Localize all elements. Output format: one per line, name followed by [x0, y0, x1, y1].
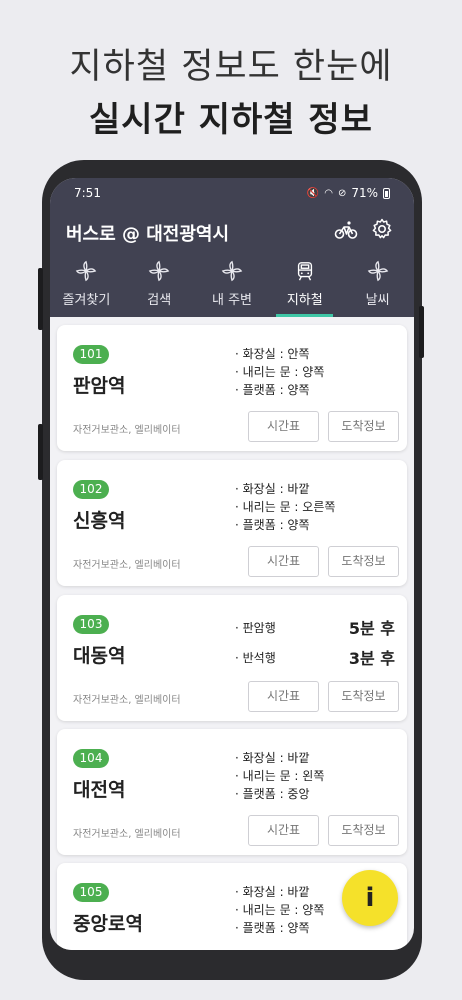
station-name: 대동역 [73, 645, 126, 667]
station-info: · 화장실 : 바깥 · 내리는 문 : 왼쪽 · 플랫폼 : 중앙 [235, 749, 324, 803]
app-screen: 7:51 🔇 ◠ ⊘ 71% 버스로 @ 대전광역시 즐겨찾기 검색 내 주변 … [50, 178, 414, 950]
info-exit-door: · 내리는 문 : 양쪽 [235, 903, 325, 917]
info-exit-door: · 내리는 문 : 양쪽 [235, 365, 325, 379]
station-name: 중앙로역 [73, 913, 143, 935]
tab-search[interactable]: 검색 [123, 260, 196, 317]
arrival-direction: · 반석행 [235, 651, 276, 665]
station-facilities: 자전거보관소, 엘리베이터 [73, 695, 181, 706]
info-restroom: · 화장실 : 바깥 [235, 885, 310, 899]
tab-favorites[interactable]: 즐겨찾기 [50, 260, 123, 317]
battery-icon [383, 187, 390, 199]
arrival-info-button[interactable]: 도착정보 [328, 681, 399, 712]
pinwheel-icon [367, 260, 388, 282]
promo-subtitle: 지하철 정보도 한눈에 [69, 47, 393, 87]
station-name: 신흥역 [73, 510, 126, 532]
info-restroom: · 화장실 : 바깥 [235, 751, 310, 765]
app-title: 버스로 @ 대전광역시 [66, 224, 230, 245]
promo-title: 실시간 지하철 정보 [89, 100, 373, 140]
status-icons: 🔇 ◠ ⊘ 71% [307, 186, 390, 200]
status-time: 7:51 [74, 186, 101, 200]
pinwheel-icon [221, 260, 243, 282]
info-fab-button[interactable]: i [342, 870, 398, 926]
wifi-icon: ◠ [324, 187, 333, 199]
station-name: 판암역 [73, 375, 126, 397]
line-number-badge: 103 [73, 615, 109, 634]
bicycle-icon[interactable] [334, 218, 358, 242]
station-name: 대전역 [73, 779, 126, 801]
info-platform: · 플랫폼 : 양쪽 [235, 921, 310, 935]
arrival-info-button[interactable]: 도착정보 [328, 411, 399, 442]
timetable-button[interactable]: 시간표 [248, 815, 319, 846]
info-restroom: · 화장실 : 바깥 [235, 482, 310, 496]
line-number-badge: 101 [73, 345, 109, 364]
dnd-icon: ⊘ [337, 187, 347, 199]
line-number-badge: 104 [73, 749, 109, 768]
arrival-time: 3분 후 [348, 649, 395, 668]
timetable-button[interactable]: 시간표 [248, 681, 319, 712]
station-info: · 화장실 : 바깥 · 내리는 문 : 오른쪽 · 플랫폼 : 양쪽 [235, 480, 335, 534]
station-info: · 화장실 : 바깥 · 내리는 문 : 양쪽 · 플랫폼 : 양쪽 [235, 883, 324, 937]
info-platform: · 플랫폼 : 양쪽 [235, 518, 310, 532]
info-restroom: · 화장실 : 안쪽 [235, 347, 310, 361]
arrival-direction: · 판암행 [235, 621, 276, 635]
timetable-button[interactable]: 시간표 [248, 411, 319, 442]
battery-level: 71% [351, 186, 378, 200]
arrival-time: 5분 후 [348, 619, 395, 638]
tab-label: 즐겨찾기 [62, 293, 111, 308]
station-facilities: 자전거보관소, 엘리베이터 [73, 829, 181, 840]
gear-icon[interactable] [370, 217, 394, 241]
info-platform: · 플랫폼 : 중앙 [235, 787, 310, 801]
tab-subway[interactable]: 지하철 [268, 260, 341, 317]
station-facilities: 자전거보관소, 엘리베이터 [73, 425, 181, 436]
line-number-badge: 105 [73, 883, 109, 902]
station-facilities: 자전거보관소, 엘리베이터 [73, 560, 181, 571]
station-card[interactable]: 102 신흥역 · 화장실 : 바깥 · 내리는 문 : 오른쪽 · 플랫폼 :… [57, 460, 407, 586]
phone-side-button [419, 306, 424, 358]
pinwheel-icon [76, 260, 97, 282]
arrival-row: · 반석행 3분 후 [235, 645, 395, 668]
arrival-row: · 판암행 5분 후 [235, 615, 395, 638]
status-bar: 7:51 🔇 ◠ ⊘ 71% [50, 186, 414, 206]
tab-nearby[interactable]: 내 주변 [196, 260, 269, 317]
mute-icon: 🔇 [306, 187, 320, 199]
info-platform: · 플랫폼 : 양쪽 [235, 383, 310, 397]
info-exit-door: · 내리는 문 : 오른쪽 [235, 500, 336, 514]
tab-bar: 즐겨찾기 검색 내 주변 지하철 날씨 [50, 260, 414, 317]
station-card[interactable]: 104 대전역 · 화장실 : 바깥 · 내리는 문 : 왼쪽 · 플랫폼 : … [57, 729, 407, 855]
tab-label: 날씨 [365, 293, 390, 308]
station-info: · 화장실 : 안쪽 · 내리는 문 : 양쪽 · 플랫폼 : 양쪽 [235, 345, 324, 399]
timetable-button[interactable]: 시간표 [248, 546, 319, 577]
phone-side-button [38, 424, 43, 480]
tab-label: 내 주변 [211, 293, 252, 308]
phone-side-button [38, 268, 43, 330]
tab-label: 검색 [147, 293, 172, 308]
pinwheel-icon [148, 260, 170, 282]
arrival-info-button[interactable]: 도착정보 [328, 546, 399, 577]
tab-weather[interactable]: 날씨 [341, 260, 414, 317]
info-exit-door: · 내리는 문 : 왼쪽 [235, 769, 325, 783]
arrival-info-button[interactable]: 도착정보 [328, 815, 399, 846]
line-number-badge: 102 [73, 480, 109, 499]
app-header: 7:51 🔇 ◠ ⊘ 71% 버스로 @ 대전광역시 즐겨찾기 검색 내 주변 … [50, 178, 414, 317]
station-card[interactable]: 103 대동역 · 판암행 5분 후 · 반석행 3분 후 자전거보관소, 엘리… [57, 595, 407, 721]
train-icon [297, 262, 312, 281]
tab-label: 지하철 [286, 293, 323, 308]
station-card[interactable]: 101 판암역 · 화장실 : 안쪽 · 내리는 문 : 양쪽 · 플랫폼 : … [57, 325, 407, 451]
